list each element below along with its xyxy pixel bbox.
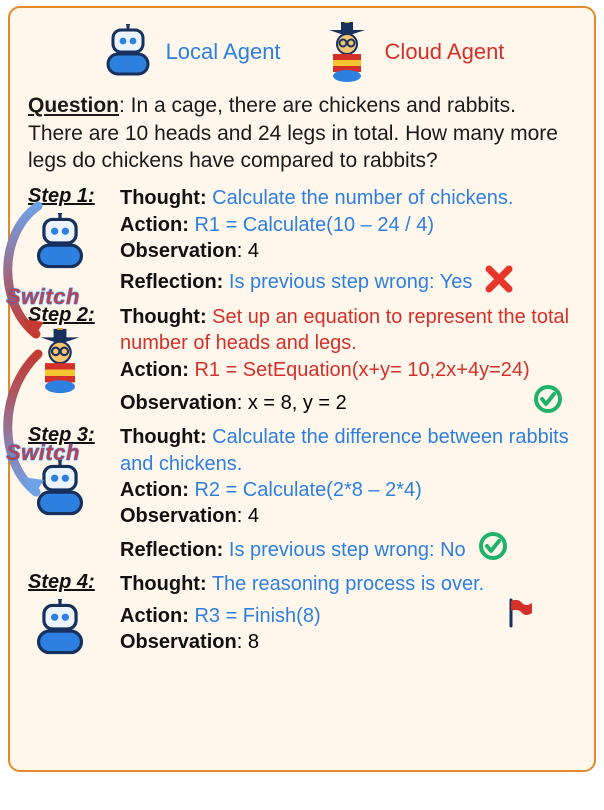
legend-row: Local Agent Cloud Agent [28, 22, 576, 82]
step-3: Step 3: Thought: Calculate the differenc… [28, 424, 576, 563]
observation-label: Observation [120, 631, 237, 653]
illustration-card: Local Agent Cloud Agent Question: In a c… [8, 6, 596, 772]
cloud-agent-icon [319, 22, 375, 82]
action-text: R2 = Calculate(2*8 – 2*4) [189, 479, 422, 501]
thought-label: Thought: [120, 426, 207, 448]
reflection-text: Is previous step wrong: No [223, 539, 465, 561]
thought-text: The reasoning process is over. [207, 573, 485, 595]
cross-icon [484, 264, 514, 294]
action-text: R1 = Calculate(10 – 24 / 4) [189, 214, 434, 236]
local-agent-icon [30, 213, 94, 277]
thought-text: Calculate the number of chickens. [207, 187, 514, 209]
switch-label-1: Switch [6, 284, 80, 310]
step-4-label: Step 4: [28, 571, 116, 594]
thought-label: Thought: [120, 187, 207, 209]
observation-text: : x = 8, y = 2 [237, 392, 347, 414]
action-label: Action: [120, 214, 189, 236]
step-1: Step 1: Thought: Calculate the number of… [28, 185, 576, 296]
reflection-text: Is previous step wrong: Yes [223, 271, 472, 293]
step-1-label: Step 1: [28, 185, 116, 208]
question-label: Question [28, 94, 119, 117]
action-label: Action: [120, 479, 189, 501]
observation-text: : 4 [237, 505, 259, 527]
check-icon [532, 383, 564, 415]
action-label: Action: [120, 359, 189, 381]
observation-text: : 8 [237, 631, 259, 653]
thought-label: Thought: [120, 573, 207, 595]
observation-text: : 4 [237, 240, 259, 262]
switch-label-2: Switch [6, 440, 80, 466]
step-2: Step 2: Thought: Set up an equation to r… [28, 304, 576, 417]
check-icon [477, 530, 509, 562]
step-4: Step 4: Thought: The reasoning process i… [28, 571, 576, 655]
observation-label: Observation [120, 505, 237, 527]
action-label: Action: [120, 605, 189, 627]
reflection-label: Reflection: [120, 539, 223, 561]
local-agent-icon [30, 460, 94, 524]
observation-label: Observation [120, 392, 237, 414]
cloud-agent-label: Cloud Agent [385, 39, 505, 65]
observation-label: Observation [120, 240, 237, 262]
question-block: Question: In a cage, there are chickens … [28, 92, 576, 175]
local-agent-icon [100, 24, 156, 80]
action-text: R1 = SetEquation(x+y= 10,2x+4y=24) [189, 359, 530, 381]
local-agent-label: Local Agent [166, 39, 281, 65]
cloud-agent-icon [30, 328, 94, 392]
flag-icon [506, 598, 534, 628]
reflection-label: Reflection: [120, 271, 223, 293]
action-text: R3 = Finish(8) [189, 605, 321, 627]
thought-label: Thought: [120, 306, 207, 328]
local-agent-icon [30, 599, 94, 663]
